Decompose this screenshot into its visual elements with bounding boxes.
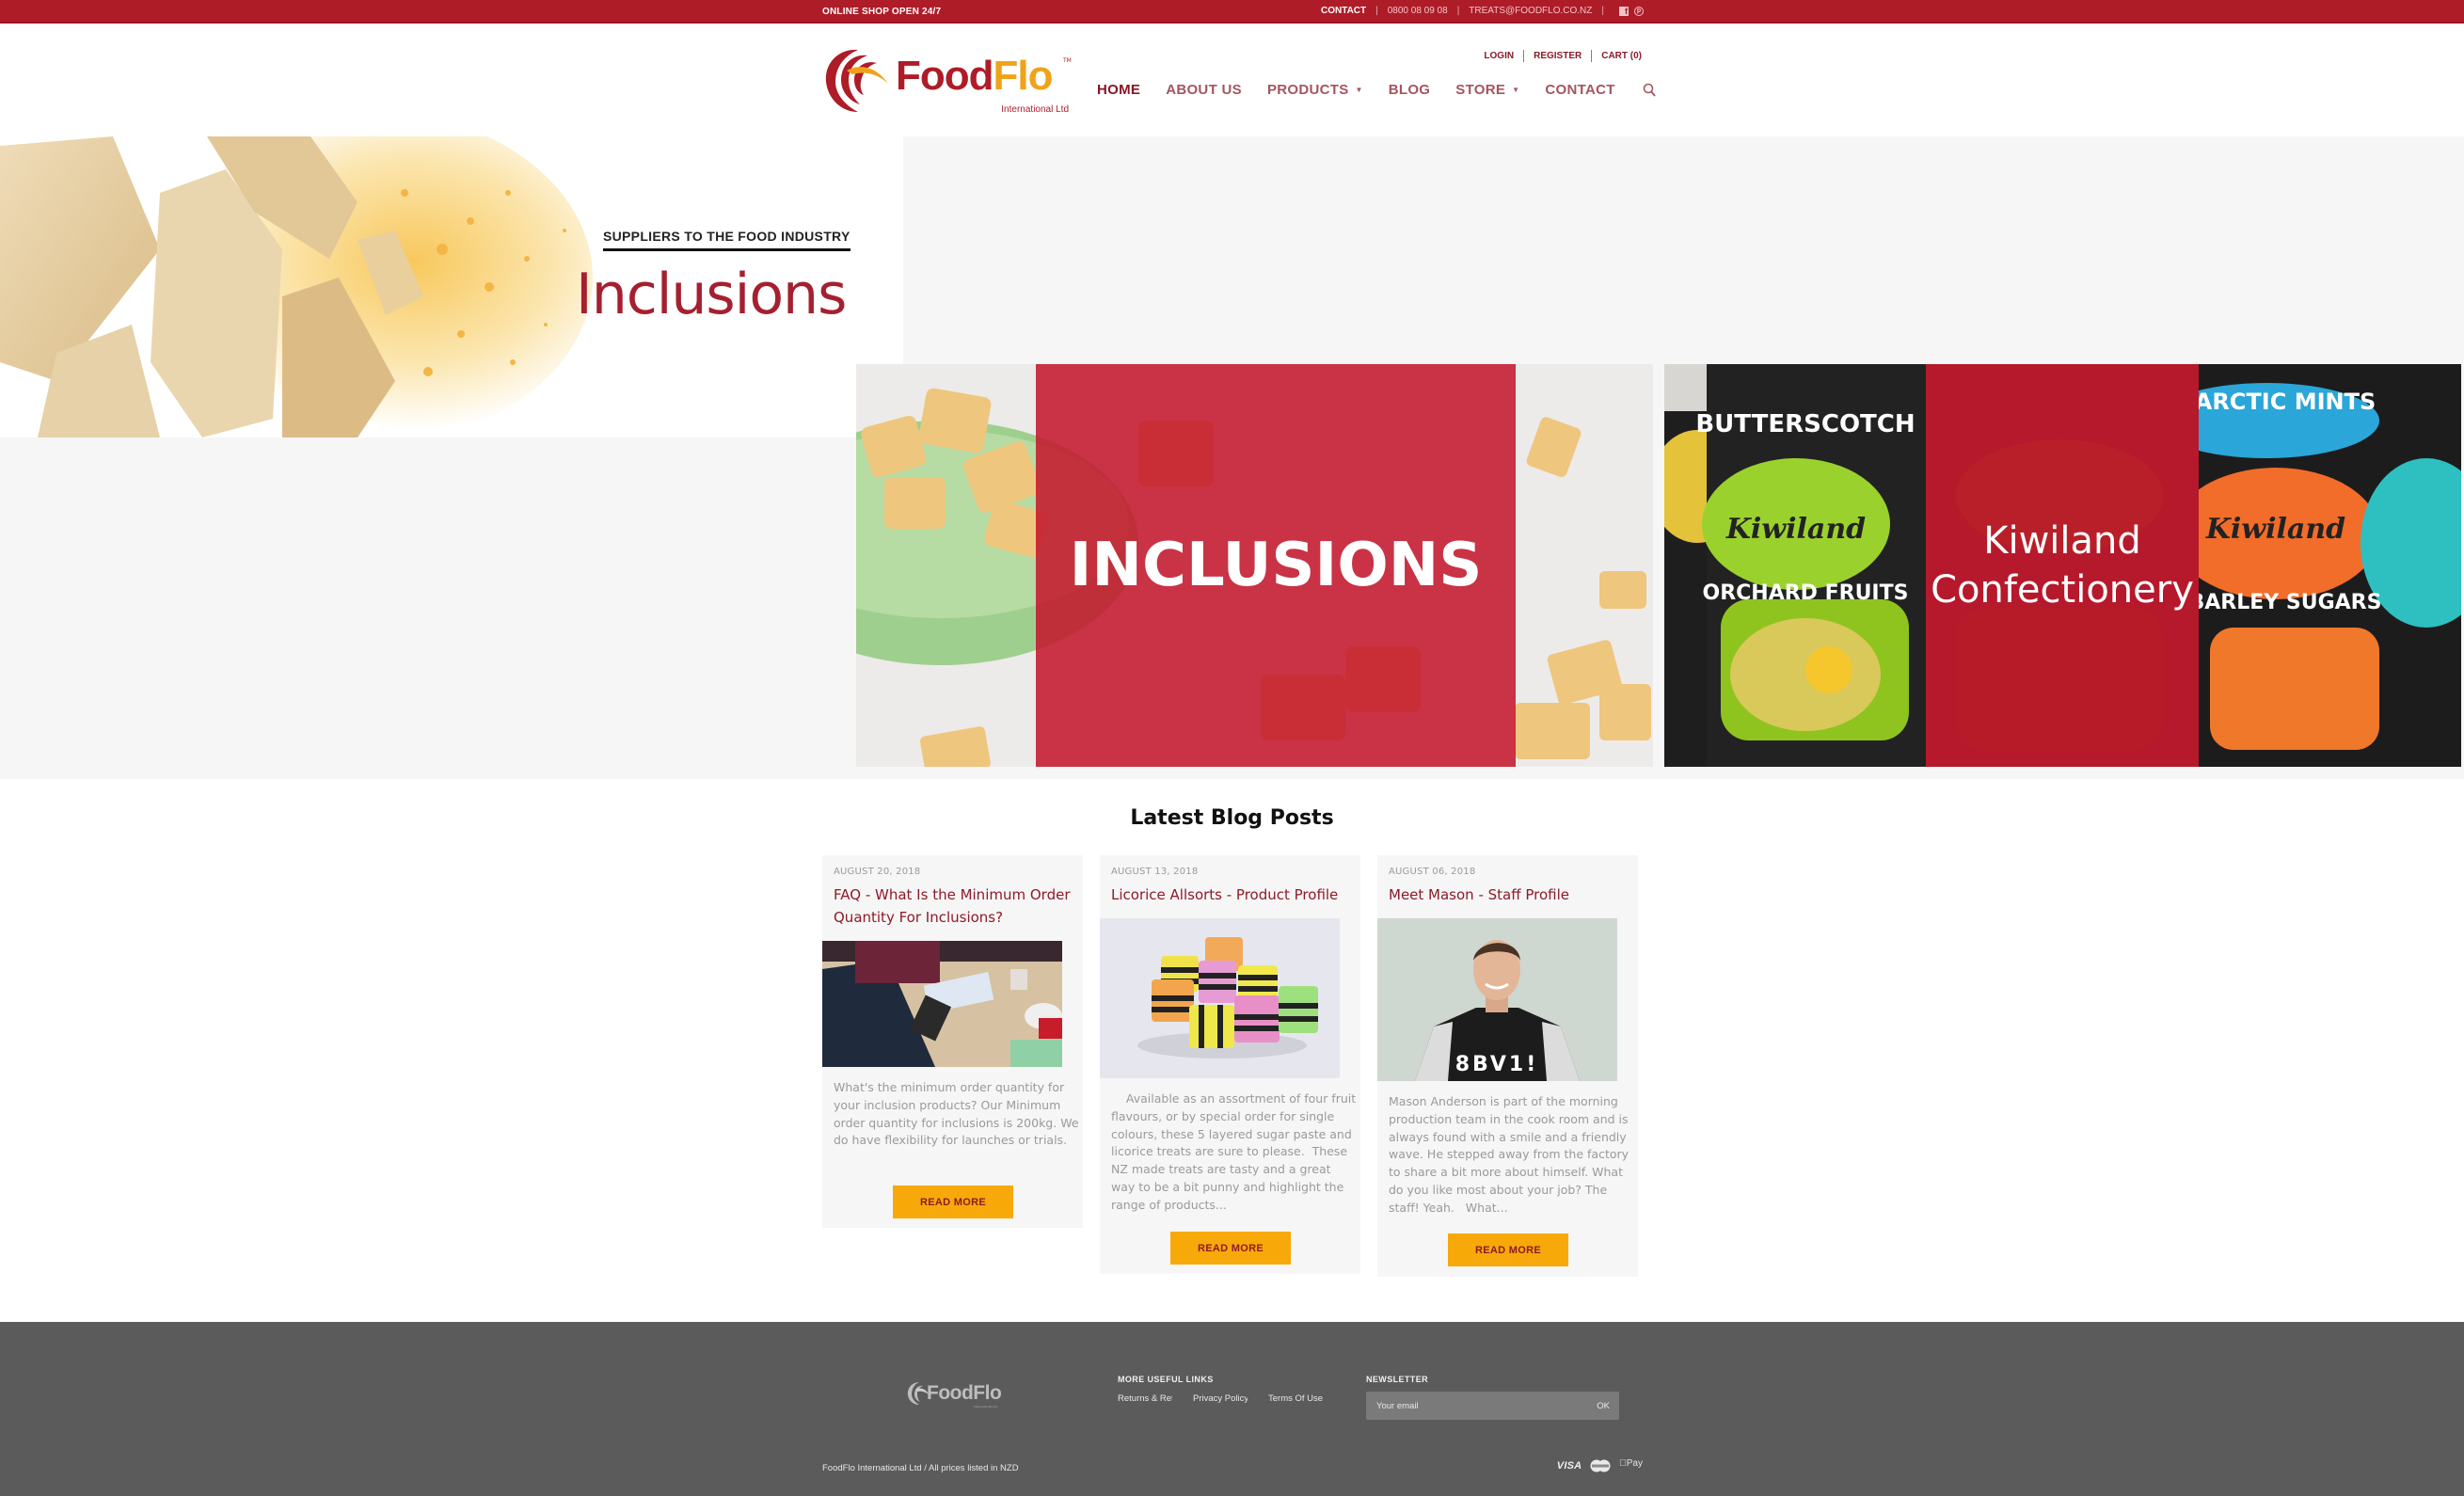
post-date: AUGUST 13, 2018 xyxy=(1111,867,1199,877)
honeycomb-pieces-image xyxy=(0,136,621,438)
inclusions-overlay-band: INCLUSIONS xyxy=(1036,364,1516,767)
newsletter-submit-button[interactable]: OK xyxy=(1597,1401,1610,1411)
post-excerpt: What's the minimum order quantity for yo… xyxy=(834,1080,1079,1148)
login-link[interactable]: LOGIN xyxy=(1484,51,1514,61)
divider: | xyxy=(1375,6,1378,16)
chevron-down-icon: ▼ xyxy=(1512,86,1520,94)
kiwiland-overlay-band: Kiwiland Confectionery xyxy=(1926,364,2199,767)
account-links: LOGIN REGISTER CART (0) xyxy=(1484,50,1642,62)
licorice-allsorts-image[interactable] xyxy=(1100,918,1340,1078)
payment-methods: VISA Pay xyxy=(1556,1457,1643,1472)
site-footer: FoodFlo International Ltd MORE USEFUL LI… xyxy=(0,1322,2464,1496)
svg-text:BUTTERSCOTCH: BUTTERSCOTCH xyxy=(1695,410,1915,438)
shop-open-tagline: ONLINE SHOP OPEN 24/7 xyxy=(822,7,942,17)
nav-about-us[interactable]: ABOUT US xyxy=(1166,82,1242,98)
post-title-link[interactable]: Licorice Allsorts - Product Profile xyxy=(1111,883,1358,906)
nav-blog[interactable]: BLOG xyxy=(1389,82,1431,98)
divider: | xyxy=(1601,6,1604,16)
svg-text:ARCTIC MINTS: ARCTIC MINTS xyxy=(2195,389,2377,415)
brand-wordmark: FoodFlo xyxy=(896,53,1053,99)
returns-refunds-link[interactable]: Returns & Refunds xyxy=(1118,1393,1172,1404)
svg-text:Kiwiland: Kiwiland xyxy=(1725,513,1866,546)
newsletter-email-input[interactable] xyxy=(1376,1400,1565,1411)
post-excerpt: Available as an assortment of four fruit… xyxy=(1111,1091,1360,1212)
footer-links: Returns & Refunds Privacy Policy Terms O… xyxy=(1118,1393,1343,1404)
terms-of-use-link[interactable]: Terms Of Use xyxy=(1268,1393,1323,1404)
svg-text:BARLEY SUGARS: BARLEY SUGARS xyxy=(2189,591,2382,614)
facebook-icon[interactable]: f xyxy=(1619,6,1629,16)
contact-link[interactable]: CONTACT xyxy=(1321,6,1366,16)
svg-text:Kiwiland: Kiwiland xyxy=(2205,513,2345,546)
register-link[interactable]: REGISTER xyxy=(1534,51,1582,61)
post-title-link[interactable]: Meet Mason - Staff Profile xyxy=(1389,883,1635,906)
nav-home[interactable]: HOME xyxy=(1097,82,1140,98)
nav-products[interactable]: PRODUCTS ▼ xyxy=(1267,82,1363,98)
newsletter-form: OK xyxy=(1366,1392,1619,1420)
inclusions-tile-label: INCLUSIONS xyxy=(1069,531,1483,600)
divider xyxy=(1591,50,1593,62)
privacy-policy-link[interactable]: Privacy Policy xyxy=(1193,1393,1248,1404)
copyright-text: FoodFlo International Ltd / All prices l… xyxy=(822,1463,1019,1473)
visa-icon: VISA xyxy=(1556,1460,1582,1472)
kiwiland-tile-label: Kiwiland Confectionery xyxy=(1931,519,2194,612)
divider xyxy=(1523,50,1525,62)
site-header: FoodFlo TM International Ltd LOGIN REGIS… xyxy=(0,25,2464,136)
nav-store[interactable]: STORE ▼ xyxy=(1455,82,1519,98)
cart-link[interactable]: CART (0) xyxy=(1601,51,1642,61)
nav-contact[interactable]: CONTACT xyxy=(1545,82,1614,98)
hero-tagline: SUPPLIERS TO THE FOOD INDUSTRY xyxy=(603,229,850,251)
read-more-button[interactable]: READ MORE xyxy=(1448,1233,1568,1266)
mastercard-icon xyxy=(1590,1459,1611,1472)
swirl-logo-icon xyxy=(825,49,888,112)
post-excerpt: Mason Anderson is part of the morning pr… xyxy=(1389,1094,1633,1215)
blog-card: AUGUST 13, 2018 Licorice Allsorts - Prod… xyxy=(1100,855,1360,1274)
search-icon[interactable] xyxy=(1643,83,1656,98)
swirl-logo-icon xyxy=(907,1382,929,1405)
inclusions-tile[interactable]: INCLUSIONS xyxy=(856,364,1653,767)
footer-logo[interactable]: FoodFlo International Ltd xyxy=(906,1380,1011,1408)
blog-section-heading: Latest Blog Posts xyxy=(1130,806,1334,830)
kiwiland-confectionery-tile[interactable]: BUTTERSCOTCH Kiwiland ORCHARD FRUITS ARC… xyxy=(1664,364,2461,767)
top-announcement-bar: ONLINE SHOP OPEN 24/7 CONTACT | 0800 08 … xyxy=(0,0,2464,24)
mason-portrait-image[interactable]: 8BV1! xyxy=(1377,918,1617,1081)
useful-links-heading: MORE USEFUL LINKS xyxy=(1118,1375,1214,1384)
blog-card: AUGUST 20, 2018 FAQ - What Is the Minimu… xyxy=(822,855,1083,1228)
svg-text:ORCHARD FRUITS: ORCHARD FRUITS xyxy=(1703,581,1909,605)
brand-subtitle: International Ltd xyxy=(1001,104,1069,115)
post-title-link[interactable]: FAQ - What Is the Minimum Order Quantity… xyxy=(834,883,1080,929)
svg-text:8BV1!: 8BV1! xyxy=(1455,1053,1539,1076)
top-contact-info: CONTACT | 0800 08 09 08 | TREATS@FOODFLO… xyxy=(1321,6,1644,16)
read-more-button[interactable]: READ MORE xyxy=(1170,1232,1291,1265)
foodflo-logo[interactable]: FoodFlo TM International Ltd xyxy=(820,46,1073,116)
blog-card: AUGUST 06, 2018 Meet Mason - Staff Profi… xyxy=(1377,855,1638,1277)
email-link[interactable]: TREATS@FOODFLO.CO.NZ xyxy=(1469,6,1592,16)
phone-number[interactable]: 0800 08 09 08 xyxy=(1388,6,1448,16)
trademark: TM xyxy=(1063,57,1072,64)
newsletter-heading: NEWSLETTER xyxy=(1366,1375,1428,1384)
post-date: AUGUST 06, 2018 xyxy=(1389,867,1476,877)
hero-title: Inclusions xyxy=(576,262,847,327)
read-more-button[interactable]: READ MORE xyxy=(893,1186,1013,1218)
main-navigation: HOME ABOUT US PRODUCTS ▼ BLOG STORE ▼ CONT… xyxy=(1097,82,1656,98)
pinterest-icon[interactable]: p xyxy=(1634,6,1644,16)
divider: | xyxy=(1456,6,1460,16)
post-date: AUGUST 20, 2018 xyxy=(834,867,921,877)
apple-pay-icon: Pay xyxy=(1619,1457,1643,1469)
chevron-down-icon: ▼ xyxy=(1355,86,1363,94)
meeting-calculator-image[interactable] xyxy=(822,941,1062,1067)
